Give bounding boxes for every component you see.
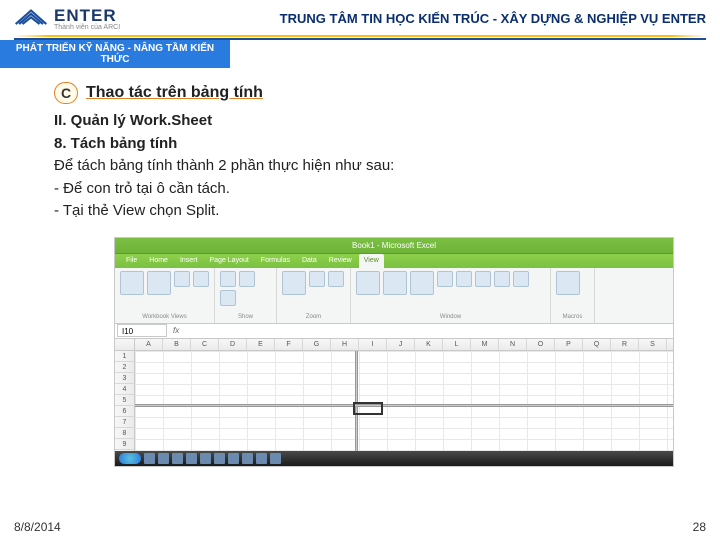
excel-ribbon: Workbook Views Show Zoom Window Macros: [115, 268, 673, 324]
split-vertical: [355, 351, 358, 451]
header-accent-line: [14, 35, 706, 37]
section-title: Thao tác trên bảng tính: [86, 84, 263, 102]
fx-icon: fx: [173, 326, 179, 335]
header-title: TRUNG TÂM TIN HỌC KIẾN TRÚC - XÂY DỰNG &…: [130, 11, 706, 26]
content-area: C Thao tác trên bảng tính II. Quản lý Wo…: [0, 68, 720, 467]
name-box: I10: [117, 324, 167, 337]
ribbon-tab: Home: [144, 254, 173, 268]
subtitle: II. Quản lý Work.Sheet: [54, 110, 666, 133]
windows-taskbar: [115, 451, 673, 466]
excel-ribbon-tabs: File Home Insert Page Layout Formulas Da…: [115, 254, 673, 268]
slide-header: ENTER Thành viên của ARCI TRUNG TÂM TIN …: [0, 0, 720, 35]
section-badge: C: [54, 82, 78, 104]
excel-screenshot: Book1 - Microsoft Excel File Home Insert…: [114, 237, 674, 467]
selected-cell: [353, 402, 383, 415]
excel-grid: ABCDEFGHIJKLMNOPQRS 123456789: [115, 339, 673, 451]
heading: 8. Tách bảng tính: [54, 133, 666, 156]
logo-subtext: Thành viên của ARCI: [54, 24, 120, 31]
ribbon-tab: Formulas: [256, 254, 295, 268]
ribbon-tab: Data: [297, 254, 322, 268]
header-tagline: PHÁT TRIỂN KỸ NĂNG - NÂNG TẦM KIẾN THỨC: [0, 40, 230, 68]
excel-formula-bar: I10 fx: [115, 324, 673, 339]
ribbon-tab-active: View: [359, 254, 384, 268]
intro-text: Để tách bảng tính thành 2 phần thực hiện…: [54, 155, 666, 178]
logo-icon: [14, 7, 48, 31]
ribbon-tab: Insert: [175, 254, 203, 268]
footer-page: 28: [693, 520, 706, 534]
ribbon-tab: Page Layout: [204, 254, 253, 268]
ribbon-tab: Review: [324, 254, 357, 268]
excel-titlebar: Book1 - Microsoft Excel: [115, 238, 673, 254]
slide-footer: 8/8/2014 28: [0, 514, 720, 540]
split-horizontal: [135, 404, 673, 407]
start-button-icon: [119, 453, 141, 464]
ribbon-tab: File: [121, 254, 142, 268]
bullet-item: - Tại thẻ View chọn Split.: [54, 200, 666, 223]
logo-text: ENTER: [54, 6, 120, 26]
logo: ENTER Thành viên của ARCI: [14, 6, 120, 31]
bullet-item: - Để con trỏ tại ô cần tách.: [54, 178, 666, 201]
footer-date: 8/8/2014: [14, 520, 61, 534]
